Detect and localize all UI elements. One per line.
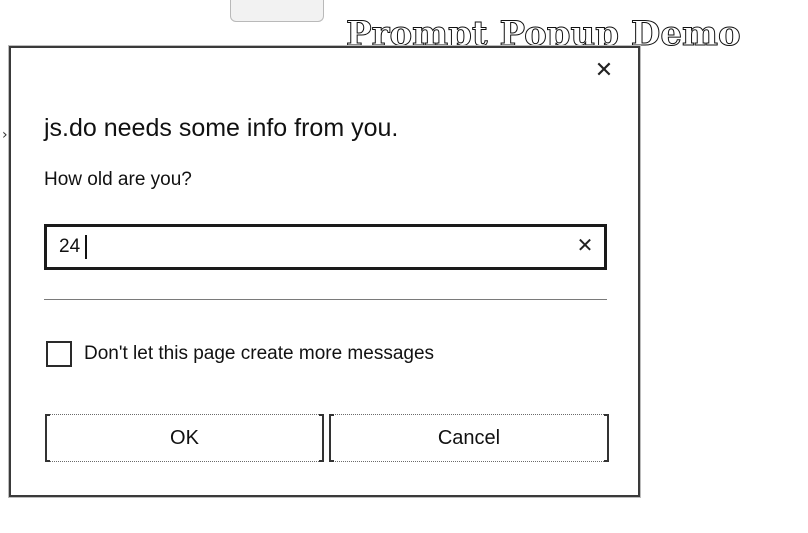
dialog-heading: js.do needs some info from you. (44, 114, 399, 142)
suppress-messages-label: Don't let this page create more messages (84, 343, 435, 364)
divider (44, 299, 607, 300)
close-button[interactable]: ✕ (592, 58, 616, 82)
browser-viewport: Prompt Popup Demo › ✕ js.do needs some i… (0, 0, 808, 533)
clear-icon: ✕ (576, 235, 594, 257)
close-icon: ✕ (594, 57, 614, 82)
prompt-dialog: ✕ js.do needs some info from you. How ol… (9, 46, 640, 497)
prompt-question: How old are you? (44, 169, 192, 190)
chevron-right-icon: › (2, 127, 8, 143)
prompt-input[interactable] (47, 227, 567, 267)
ok-button[interactable]: OK (45, 414, 324, 462)
suppress-messages-option[interactable]: Don't let this page create more messages (46, 341, 434, 367)
text-caret (85, 235, 87, 259)
suppress-messages-checkbox[interactable] (46, 341, 72, 367)
prompt-input-container: ✕ (44, 224, 607, 270)
clear-input-button[interactable]: ✕ (574, 235, 596, 257)
cancel-button[interactable]: Cancel (329, 414, 609, 462)
background-page-button[interactable] (230, 0, 324, 22)
